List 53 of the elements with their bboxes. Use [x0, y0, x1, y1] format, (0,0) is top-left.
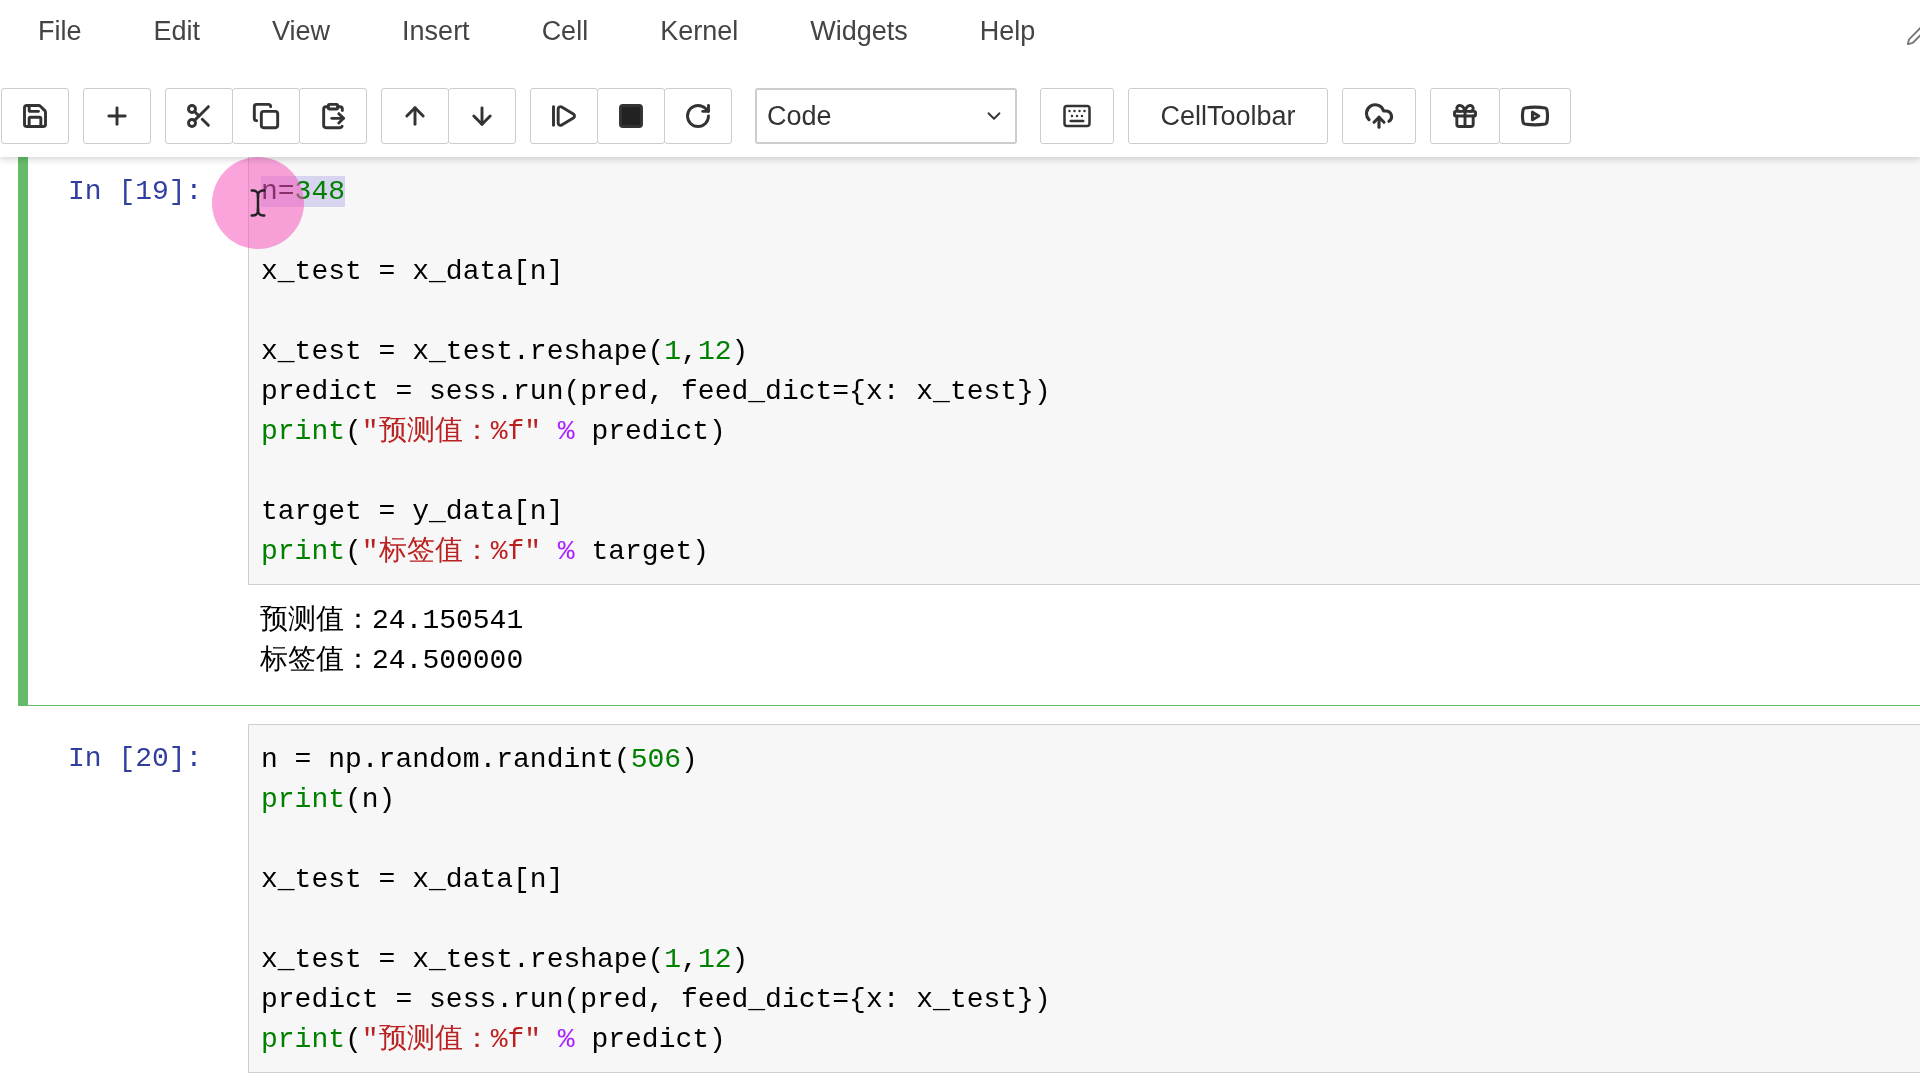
cloud-upload-icon	[1364, 101, 1394, 131]
code-line: print("标签值：%f" % target)	[261, 535, 711, 569]
add-cell-button[interactable]	[83, 88, 151, 144]
code-line: x_test = x_test.reshape(1,12)	[261, 335, 750, 369]
stop-button[interactable]	[597, 88, 665, 144]
cut-button[interactable]	[165, 88, 233, 144]
menu-item[interactable]: Insert	[402, 15, 470, 47]
output-line: 标签值：24.500000	[260, 644, 525, 678]
gift-button[interactable]	[1430, 88, 1500, 144]
code-line: print("预测值：%f" % predict)	[261, 1023, 727, 1057]
code-input[interactable]: n=348 x_test = x_data[n] x_test = x_test.reshape(1,12) predict = sess.run(pred, feed_dict={x: x_test}) print("预测值：%f" % predict) target = y_data[n] print("标签值：%f" % target)	[248, 157, 1920, 585]
copy-icon	[252, 102, 280, 130]
output-line: 预测值：24.150541	[260, 604, 525, 638]
code-line: x_test = x_data[n]	[261, 255, 565, 289]
step-forward-icon	[550, 102, 578, 130]
save-icon	[21, 102, 49, 130]
gift-icon	[1451, 102, 1479, 130]
save-button[interactable]	[1, 88, 69, 144]
upload-button[interactable]	[1342, 88, 1416, 144]
run-button[interactable]	[530, 88, 598, 144]
menu-item[interactable]: Help	[979, 15, 1036, 47]
code-input[interactable]: n = np.random.randint(506) print(n) x_test = x_data[n] x_test = x_test.reshape(1,12) predict = sess.run(pred, feed_dict={x: x_test}) print("预测值：%f" % predict)	[248, 724, 1920, 1073]
code-line: print("预测值：%f" % predict)	[261, 415, 727, 449]
copy-button[interactable]	[232, 88, 300, 144]
menu-item[interactable]: Widgets	[810, 15, 908, 47]
code-line: print(n)	[261, 783, 397, 817]
code-line: x_test = x_test.reshape(1,12)	[261, 943, 750, 977]
keyboard-button[interactable]	[1040, 88, 1114, 144]
move-down-button[interactable]	[448, 88, 516, 144]
cell-prompt: In [19]:	[67, 175, 204, 209]
move-up-button[interactable]	[381, 88, 449, 144]
menu-item[interactable]: Cell	[541, 15, 589, 47]
code-line: predict = sess.run(pred, feed_dict={x: x_test})	[261, 983, 1052, 1017]
cell-prompt: In [20]:	[67, 742, 204, 776]
code-line: n = np.random.randint(506)	[261, 743, 699, 777]
paste-icon	[319, 102, 347, 130]
code-line: predict = sess.run(pred, feed_dict={x: x_test})	[261, 375, 1052, 409]
code-line: x_test = x_data[n]	[261, 863, 565, 897]
restart-button[interactable]	[664, 88, 732, 144]
notebook-cell[interactable]	[18, 157, 1920, 706]
paste-button[interactable]	[299, 88, 367, 144]
menu-item[interactable]: View	[272, 15, 331, 47]
notebook-cell[interactable]: In [20]: n = np.random.randint(506) print(n) x_test = x_data[n] x_test = x_test.reshape(1,12) predict = sess.run(pred, feed_dict={x: x_test}) print("预测值：%f" % predict)	[18, 724, 1920, 1074]
menu-item[interactable]: Kernel	[660, 15, 739, 47]
menu-item[interactable]: File	[38, 15, 82, 47]
code-line: target = y_data[n]	[261, 495, 565, 529]
video-button[interactable]	[1499, 88, 1571, 144]
menu-item[interactable]: Edit	[153, 15, 201, 47]
restart-icon	[684, 102, 712, 130]
stop-icon	[617, 102, 645, 130]
scissors-icon	[185, 102, 213, 130]
celltoolbar-button[interactable]: CellToolbar	[1128, 88, 1328, 144]
cell-type-select[interactable]: Code	[755, 88, 1017, 144]
